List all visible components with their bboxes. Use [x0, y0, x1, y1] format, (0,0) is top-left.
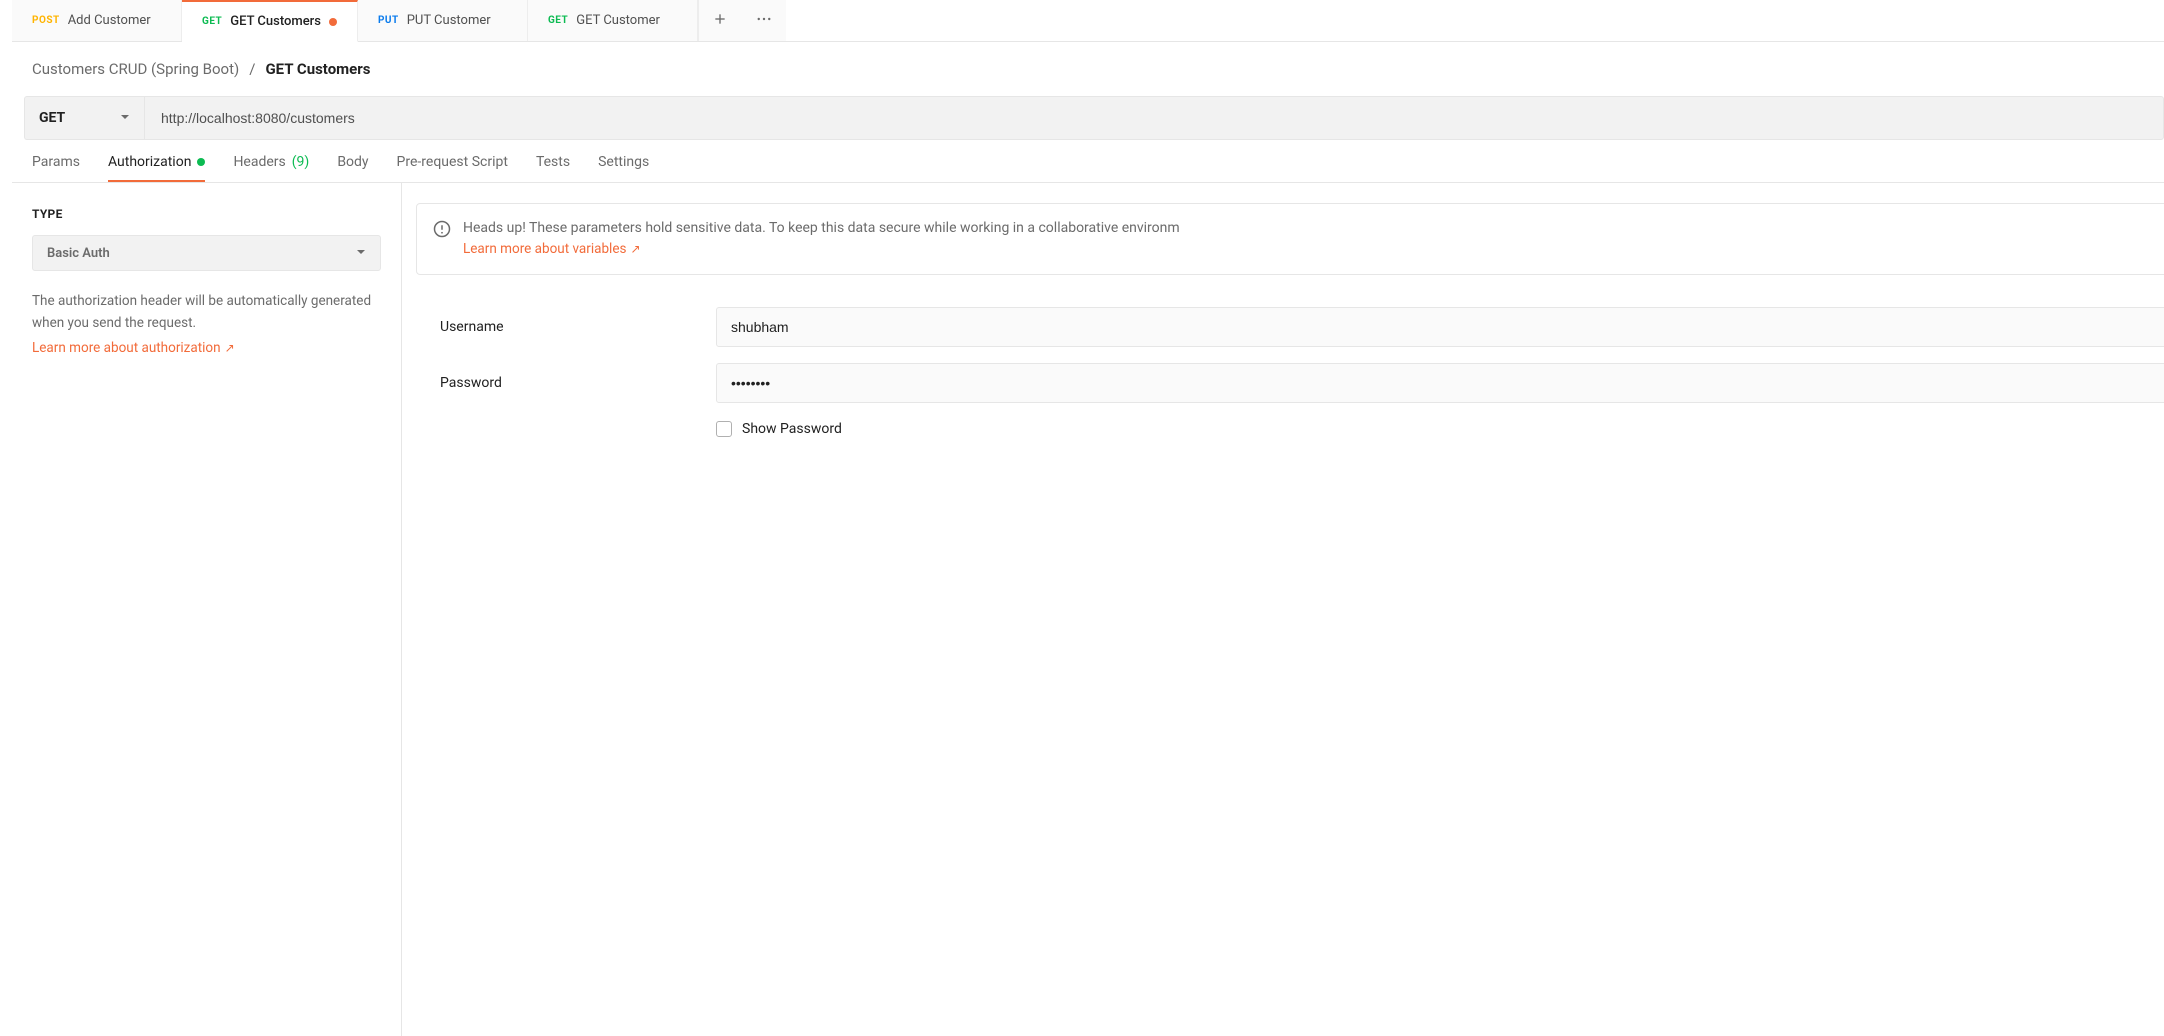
username-input[interactable]: [716, 307, 2164, 347]
password-label: Password: [416, 375, 716, 391]
auth-type-value: Basic Auth: [47, 246, 110, 261]
show-password-label[interactable]: Show Password: [742, 421, 842, 437]
tab-label: GET Customer: [576, 13, 660, 28]
tab-overflow-button[interactable]: [742, 0, 786, 41]
request-subtabs: Params Authorization Headers (9) Body Pr…: [12, 140, 2164, 183]
tab-label: PUT Customer: [407, 13, 491, 28]
learn-more-variables-link[interactable]: Learn more about variables ↗: [463, 239, 641, 259]
unsaved-indicator-icon: [329, 18, 337, 26]
alert-text: Heads up! These parameters hold sensitiv…: [463, 218, 1180, 260]
subtab-pre-request[interactable]: Pre-request Script: [397, 154, 508, 182]
subtab-settings[interactable]: Settings: [598, 154, 649, 182]
tab-method: GET: [548, 15, 568, 26]
tab-get-customers[interactable]: GET GET Customers: [182, 0, 358, 42]
auth-type-column: TYPE Basic Auth The authorization header…: [12, 183, 402, 1036]
sensitive-data-alert: Heads up! These parameters hold sensitiv…: [416, 203, 2164, 275]
subtab-params[interactable]: Params: [32, 154, 80, 182]
chevron-down-icon: [356, 246, 366, 261]
tab-method: GET: [202, 16, 222, 27]
tab-get-customer[interactable]: GET GET Customer: [528, 0, 698, 41]
subtab-tests[interactable]: Tests: [536, 154, 570, 182]
subtab-headers[interactable]: Headers (9): [233, 154, 309, 182]
tab-put-customer[interactable]: PUT PUT Customer: [358, 0, 528, 41]
auth-active-indicator-icon: [197, 158, 205, 166]
password-input[interactable]: [716, 363, 2164, 403]
learn-more-authorization-link[interactable]: Learn more about authorization ↗: [32, 340, 235, 356]
more-horizontal-icon: [755, 10, 773, 32]
tab-label: Add Customer: [68, 13, 151, 28]
new-tab-button[interactable]: [698, 0, 742, 41]
subtab-authorization[interactable]: Authorization: [108, 154, 205, 182]
warning-icon: [433, 220, 451, 238]
request-tabs-bar: POST Add Customer GET GET Customers PUT …: [12, 0, 2164, 42]
tab-method: POST: [32, 15, 60, 26]
breadcrumb: Customers CRUD (Spring Boot) / GET Custo…: [12, 42, 2164, 96]
plus-icon: [712, 11, 728, 31]
auth-credentials-column: Heads up! These parameters hold sensitiv…: [402, 183, 2164, 1036]
username-row: Username: [416, 299, 2164, 355]
breadcrumb-current: GET Customers: [265, 60, 370, 78]
tab-add-customer[interactable]: POST Add Customer: [12, 0, 182, 41]
request-row: GET: [12, 96, 2164, 140]
method-value: GET: [39, 110, 65, 126]
url-input[interactable]: [144, 96, 2164, 140]
method-select[interactable]: GET: [24, 96, 144, 140]
show-password-row: Show Password: [716, 411, 2164, 437]
external-link-icon: ↗: [630, 240, 640, 258]
show-password-checkbox[interactable]: [716, 421, 732, 437]
breadcrumb-parent[interactable]: Customers CRUD (Spring Boot): [32, 60, 239, 78]
tab-method: PUT: [378, 15, 399, 26]
external-link-icon: ↗: [225, 341, 235, 355]
chevron-down-icon: [120, 110, 130, 126]
auth-description: The authorization header will be automat…: [32, 291, 381, 334]
auth-type-heading: TYPE: [32, 207, 381, 221]
username-label: Username: [416, 319, 716, 335]
password-row: Password: [416, 355, 2164, 411]
tab-label: GET Customers: [230, 14, 321, 29]
subtab-body[interactable]: Body: [337, 154, 368, 182]
authorization-panel: TYPE Basic Auth The authorization header…: [12, 183, 2164, 1036]
auth-type-select[interactable]: Basic Auth: [32, 235, 381, 271]
breadcrumb-separator: /: [249, 60, 255, 78]
